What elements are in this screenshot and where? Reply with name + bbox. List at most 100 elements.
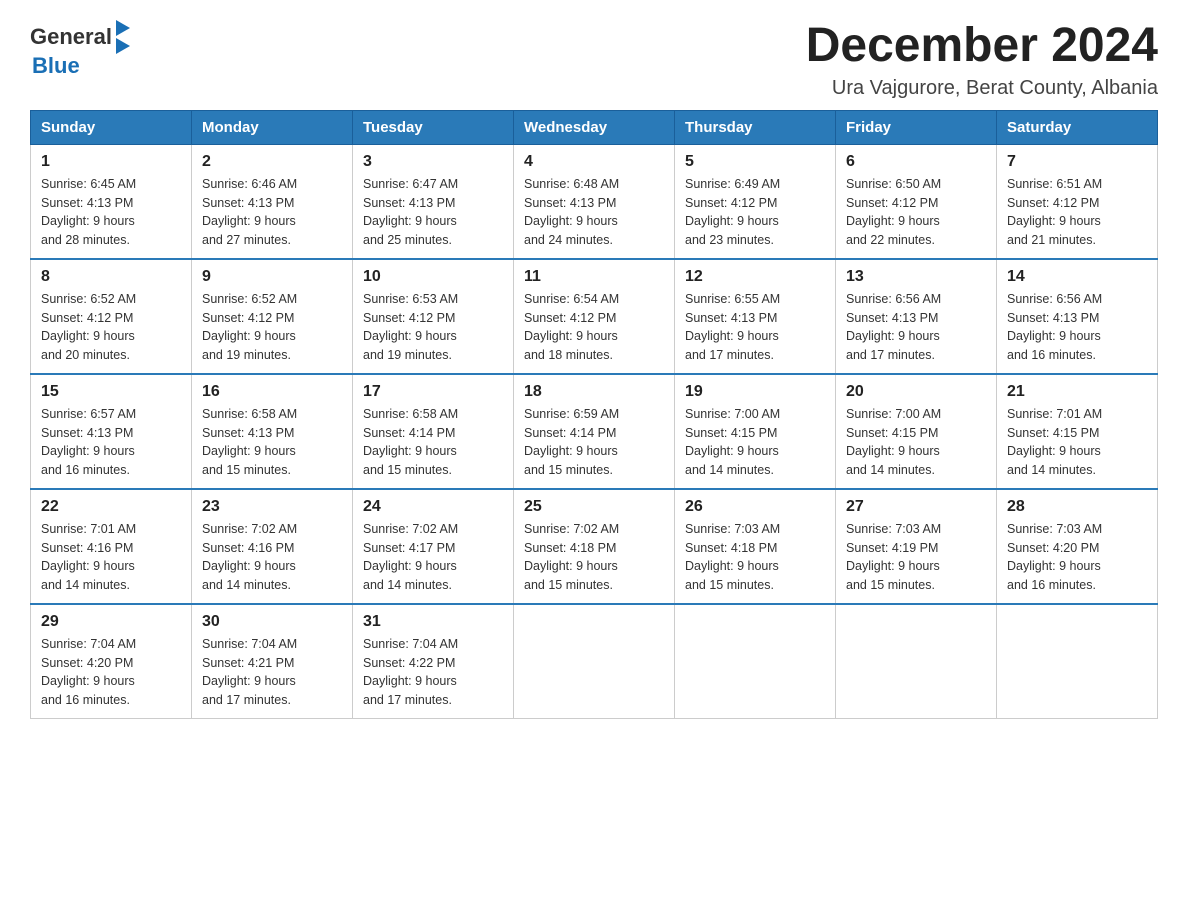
day-number: 15 xyxy=(41,383,181,401)
column-header-tuesday: Tuesday xyxy=(353,110,514,144)
calendar-cell: 10 Sunrise: 6:53 AMSunset: 4:12 PMDayligh… xyxy=(353,259,514,374)
day-number: 22 xyxy=(41,498,181,516)
calendar-cell: 16 Sunrise: 6:58 AMSunset: 4:13 PMDayligh… xyxy=(192,374,353,489)
day-number: 19 xyxy=(685,383,825,401)
day-info: Sunrise: 6:58 AMSunset: 4:13 PMDaylight:… xyxy=(202,407,297,477)
day-number: 29 xyxy=(41,613,181,631)
day-number: 23 xyxy=(202,498,342,516)
day-number: 5 xyxy=(685,153,825,171)
calendar-cell: 23 Sunrise: 7:02 AMSunset: 4:16 PMDayligh… xyxy=(192,489,353,604)
day-info: Sunrise: 6:52 AMSunset: 4:12 PMDaylight:… xyxy=(41,292,136,362)
day-number: 13 xyxy=(846,268,986,286)
calendar-cell: 9 Sunrise: 6:52 AMSunset: 4:12 PMDaylight… xyxy=(192,259,353,374)
day-info: Sunrise: 7:01 AMSunset: 4:15 PMDaylight:… xyxy=(1007,407,1102,477)
day-info: Sunrise: 7:04 AMSunset: 4:21 PMDaylight:… xyxy=(202,637,297,707)
calendar-cell: 26 Sunrise: 7:03 AMSunset: 4:18 PMDayligh… xyxy=(675,489,836,604)
day-info: Sunrise: 6:53 AMSunset: 4:12 PMDaylight:… xyxy=(363,292,458,362)
calendar-cell: 3 Sunrise: 6:47 AMSunset: 4:13 PMDaylight… xyxy=(353,144,514,259)
day-number: 8 xyxy=(41,268,181,286)
day-info: Sunrise: 7:03 AMSunset: 4:20 PMDaylight:… xyxy=(1007,522,1102,592)
calendar-week-row: 22Sunrise: 7:01 AMSunset: 4:16 PMDayligh… xyxy=(31,489,1158,604)
day-number: 31 xyxy=(363,613,503,631)
calendar-cell: 20Sunrise: 7:00 AMSunset: 4:15 PMDayligh… xyxy=(836,374,997,489)
calendar-cell: 17 Sunrise: 6:58 AMSunset: 4:14 PMDayligh… xyxy=(353,374,514,489)
day-number: 11 xyxy=(524,268,664,286)
day-number: 6 xyxy=(846,153,986,171)
day-info: Sunrise: 6:46 AMSunset: 4:13 PMDaylight:… xyxy=(202,177,297,247)
day-number: 2 xyxy=(202,153,342,171)
day-info: Sunrise: 7:03 AMSunset: 4:19 PMDaylight:… xyxy=(846,522,941,592)
calendar-cell: 18Sunrise: 6:59 AMSunset: 4:14 PMDayligh… xyxy=(514,374,675,489)
column-header-monday: Monday xyxy=(192,110,353,144)
calendar-title: December 2024 xyxy=(806,20,1158,73)
day-info: Sunrise: 6:48 AMSunset: 4:13 PMDaylight:… xyxy=(524,177,619,247)
calendar-cell: 7 Sunrise: 6:51 AMSunset: 4:12 PMDaylight… xyxy=(997,144,1158,259)
calendar-cell: 19 Sunrise: 7:00 AMSunset: 4:15 PMDayligh… xyxy=(675,374,836,489)
day-info: Sunrise: 7:03 AMSunset: 4:18 PMDaylight:… xyxy=(685,522,780,592)
day-number: 21 xyxy=(1007,383,1147,401)
day-info: Sunrise: 7:02 AMSunset: 4:16 PMDaylight:… xyxy=(202,522,297,592)
day-number: 16 xyxy=(202,383,342,401)
calendar-cell: 5Sunrise: 6:49 AMSunset: 4:12 PMDaylight… xyxy=(675,144,836,259)
day-info: Sunrise: 6:54 AMSunset: 4:12 PMDaylight:… xyxy=(524,292,619,362)
day-info: Sunrise: 6:50 AMSunset: 4:12 PMDaylight:… xyxy=(846,177,941,247)
calendar-cell: 1 Sunrise: 6:45 AMSunset: 4:13 PMDaylight… xyxy=(31,144,192,259)
day-info: Sunrise: 6:58 AMSunset: 4:14 PMDaylight:… xyxy=(363,407,458,477)
calendar-week-row: 8 Sunrise: 6:52 AMSunset: 4:12 PMDaylight… xyxy=(31,259,1158,374)
calendar-cell: 6 Sunrise: 6:50 AMSunset: 4:12 PMDaylight… xyxy=(836,144,997,259)
column-header-sunday: Sunday xyxy=(31,110,192,144)
calendar-cell: 11 Sunrise: 6:54 AMSunset: 4:12 PMDayligh… xyxy=(514,259,675,374)
calendar-cell: 29Sunrise: 7:04 AMSunset: 4:20 PMDayligh… xyxy=(31,604,192,719)
day-number: 14 xyxy=(1007,268,1147,286)
day-number: 1 xyxy=(41,153,181,171)
calendar-cell: 13Sunrise: 6:56 AMSunset: 4:13 PMDayligh… xyxy=(836,259,997,374)
day-number: 9 xyxy=(202,268,342,286)
day-info: Sunrise: 6:52 AMSunset: 4:12 PMDaylight:… xyxy=(202,292,297,362)
column-header-saturday: Saturday xyxy=(997,110,1158,144)
day-info: Sunrise: 7:02 AMSunset: 4:18 PMDaylight:… xyxy=(524,522,619,592)
calendar-cell: 25 Sunrise: 7:02 AMSunset: 4:18 PMDayligh… xyxy=(514,489,675,604)
calendar-cell: 28 Sunrise: 7:03 AMSunset: 4:20 PMDayligh… xyxy=(997,489,1158,604)
day-number: 3 xyxy=(363,153,503,171)
calendar-cell: 22Sunrise: 7:01 AMSunset: 4:16 PMDayligh… xyxy=(31,489,192,604)
calendar-week-row: 1 Sunrise: 6:45 AMSunset: 4:13 PMDaylight… xyxy=(31,144,1158,259)
day-number: 30 xyxy=(202,613,342,631)
day-number: 10 xyxy=(363,268,503,286)
day-number: 26 xyxy=(685,498,825,516)
day-number: 24 xyxy=(363,498,503,516)
logo-blue: Blue xyxy=(32,54,130,78)
calendar-cell: 30 Sunrise: 7:04 AMSunset: 4:21 PMDayligh… xyxy=(192,604,353,719)
day-number: 7 xyxy=(1007,153,1147,171)
calendar-cell: 15 Sunrise: 6:57 AMSunset: 4:13 PMDayligh… xyxy=(31,374,192,489)
day-number: 27 xyxy=(846,498,986,516)
day-info: Sunrise: 7:02 AMSunset: 4:17 PMDaylight:… xyxy=(363,522,458,592)
calendar-cell: 4Sunrise: 6:48 AMSunset: 4:13 PMDaylight… xyxy=(514,144,675,259)
day-number: 20 xyxy=(846,383,986,401)
calendar-cell: 8 Sunrise: 6:52 AMSunset: 4:12 PMDaylight… xyxy=(31,259,192,374)
calendar-cell xyxy=(836,604,997,719)
day-info: Sunrise: 6:47 AMSunset: 4:13 PMDaylight:… xyxy=(363,177,458,247)
calendar-cell: 12Sunrise: 6:55 AMSunset: 4:13 PMDayligh… xyxy=(675,259,836,374)
calendar-week-row: 15 Sunrise: 6:57 AMSunset: 4:13 PMDayligh… xyxy=(31,374,1158,489)
calendar-cell: 27 Sunrise: 7:03 AMSunset: 4:19 PMDayligh… xyxy=(836,489,997,604)
calendar-cell: 21 Sunrise: 7:01 AMSunset: 4:15 PMDayligh… xyxy=(997,374,1158,489)
calendar-cell: 31 Sunrise: 7:04 AMSunset: 4:22 PMDayligh… xyxy=(353,604,514,719)
calendar-header-row: SundayMondayTuesdayWednesdayThursdayFrid… xyxy=(31,110,1158,144)
day-info: Sunrise: 6:57 AMSunset: 4:13 PMDaylight:… xyxy=(41,407,136,477)
day-info: Sunrise: 6:45 AMSunset: 4:13 PMDaylight:… xyxy=(41,177,136,247)
calendar-cell xyxy=(675,604,836,719)
calendar-table: SundayMondayTuesdayWednesdayThursdayFrid… xyxy=(30,110,1158,719)
calendar-week-row: 29Sunrise: 7:04 AMSunset: 4:20 PMDayligh… xyxy=(31,604,1158,719)
day-info: Sunrise: 7:04 AMSunset: 4:22 PMDaylight:… xyxy=(363,637,458,707)
day-info: Sunrise: 6:51 AMSunset: 4:12 PMDaylight:… xyxy=(1007,177,1102,247)
title-block: December 2024 Ura Vajgurore, Berat Count… xyxy=(806,20,1158,100)
day-number: 25 xyxy=(524,498,664,516)
calendar-cell xyxy=(514,604,675,719)
logo: General Blue xyxy=(30,20,130,78)
calendar-subtitle: Ura Vajgurore, Berat County, Albania xyxy=(806,77,1158,100)
calendar-cell: 2 Sunrise: 6:46 AMSunset: 4:13 PMDaylight… xyxy=(192,144,353,259)
day-number: 17 xyxy=(363,383,503,401)
day-number: 28 xyxy=(1007,498,1147,516)
day-info: Sunrise: 7:00 AMSunset: 4:15 PMDaylight:… xyxy=(685,407,780,477)
day-number: 18 xyxy=(524,383,664,401)
